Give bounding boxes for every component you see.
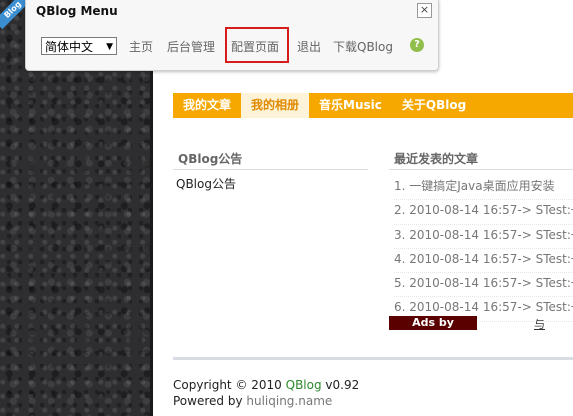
nav-item-music[interactable]: 音乐Music	[309, 93, 392, 118]
language-value: 简体中文	[45, 40, 94, 54]
recent-divider	[389, 169, 573, 170]
logout-link[interactable]: 退出	[297, 38, 321, 55]
main-nav: 我的文章 我的相册 音乐Music 关于QBlog	[173, 93, 573, 118]
nav-item-about[interactable]: 关于QBlog	[392, 93, 476, 118]
post-link[interactable]: 4. 2010-08-14 16:57-> STest:一	[394, 249, 573, 274]
post-link[interactable]: 2. 2010-08-14 16:57-> STest:一	[394, 200, 573, 225]
nav-item-articles[interactable]: 我的文章	[173, 93, 241, 118]
highlight-box	[225, 27, 289, 63]
post-link[interactable]: 5. 2010-08-14 16:57-> STest:一	[394, 273, 573, 298]
language-select[interactable]: 简体中文 ▼	[41, 37, 117, 55]
help-icon[interactable]: ?	[410, 38, 424, 52]
download-qblog-link[interactable]: 下载QBlog	[333, 38, 393, 55]
copyright-line: Copyright © 2010 QBlog v0.92	[173, 377, 359, 393]
close-button[interactable]: ×	[417, 3, 432, 18]
admin-link[interactable]: 后台管理	[167, 38, 215, 55]
powered-text: Powered by	[173, 394, 247, 408]
menu-title: QBlog Menu	[36, 4, 118, 18]
qblog-link[interactable]: QBlog	[286, 378, 322, 392]
post-link[interactable]: 3. 2010-08-14 16:57-> STest:一	[394, 225, 573, 249]
notice-title: QBlog公告	[178, 152, 243, 166]
notice-text: QBlog公告	[176, 177, 236, 191]
ads-by-google-link[interactable]: Ads by Google	[389, 316, 477, 343]
nav-item-album[interactable]: 我的相册	[241, 93, 310, 118]
recent-title: 最近发表的文章	[394, 152, 479, 166]
ads-next-link[interactable]: 与	[534, 316, 545, 332]
version-text: v0.92	[321, 378, 360, 392]
copyright-text: Copyright © 2010	[173, 378, 286, 392]
footer: Copyright © 2010 QBlog v0.92 Powered by …	[173, 377, 359, 409]
home-link[interactable]: 主页	[129, 38, 153, 55]
chevron-down-icon: ▼	[106, 42, 113, 52]
notice-divider	[173, 169, 368, 170]
post-link[interactable]: 1. 一键搞定Java桌面应用安装	[394, 176, 573, 201]
author-link[interactable]: huliqing.name	[246, 394, 332, 408]
powered-line: Powered by huliqing.name	[173, 393, 359, 409]
recent-post-list: 1. 一键搞定Java桌面应用安装 2. 2010-08-14 16:57-> …	[394, 176, 573, 322]
footer-divider	[173, 357, 573, 360]
